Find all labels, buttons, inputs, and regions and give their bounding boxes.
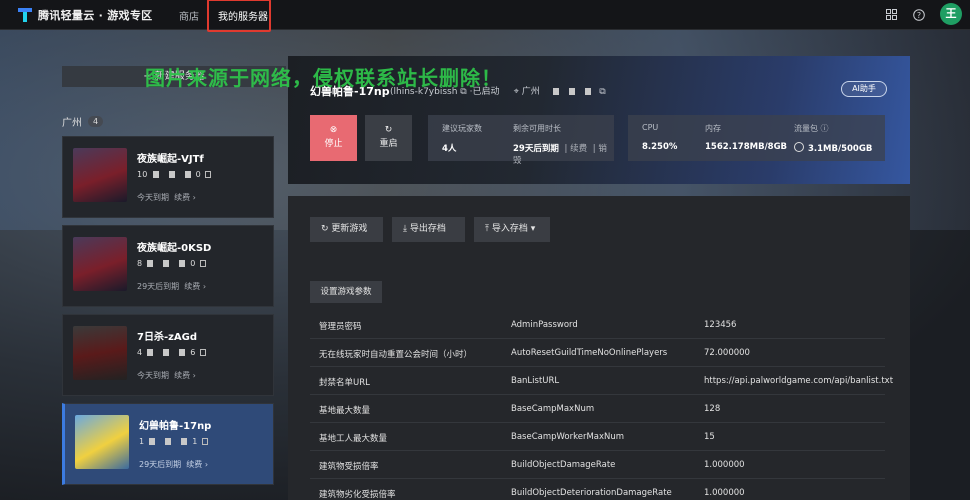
game-thumbnail [75, 415, 129, 469]
server-name: 夜族崛起-0KSD [137, 243, 212, 254]
table-row: 建筑物受损倍率 BuildObjectDamageRate 1.000000 [310, 451, 885, 479]
refresh-icon: ↻ [321, 224, 329, 234]
renew-link[interactable]: 续费 › [186, 460, 208, 469]
tencent-cloud-logo-icon [18, 8, 32, 22]
server-card[interactable]: 夜族崛起-0KSD 80 29天后到期 续费 › [62, 225, 274, 307]
players-label: 建议玩家数 [442, 124, 482, 133]
renew-link[interactable]: 续费 › [174, 371, 196, 380]
players-value: 4人 [442, 144, 457, 154]
player-duration-panel: 建议玩家数 4人 剩余可用时长 29天后到期 | 续费 | 销毁 [428, 115, 614, 166]
region-count-badge: 4 [88, 116, 104, 127]
highlight-box [207, 0, 271, 32]
avatar[interactable]: 王 [940, 3, 962, 25]
upload-icon: ⤒ [485, 224, 489, 234]
traffic-value: 3.1MB/500GB [794, 142, 872, 154]
progress-ring-icon [794, 142, 804, 152]
update-game-button[interactable]: ↻ 更新游戏 [310, 217, 383, 242]
resource-panel: CPU 8.250% 内存 1562.178MB/8GB 流量包 ⓘ 3.1MB… [628, 115, 885, 161]
location-pin-icon: ⌖ [513, 87, 519, 97]
stop-button[interactable]: ⊗ 停止 [310, 115, 357, 161]
table-row: 基地最大数量 BaseCampMaxNum 128 [310, 395, 885, 423]
server-card[interactable]: 夜族崛起-VJTf 10 0 今天到期 续费 › [62, 136, 274, 218]
game-thumbnail [73, 148, 127, 202]
renew-link[interactable]: 续费 › [174, 193, 196, 202]
server-expiry: 29天后到期 续费 › [137, 282, 207, 291]
renew-link[interactable]: 续费 › [184, 282, 206, 291]
export-save-button[interactable]: ⤓ 导出存档 [392, 217, 465, 242]
grid-icon[interactable] [885, 9, 897, 21]
server-name: 幻兽帕鲁-17np [139, 421, 212, 432]
svg-text:?: ? [917, 11, 921, 20]
ai-assistant-button[interactable]: AI助手 [841, 81, 887, 97]
stop-icon: ⊗ [329, 125, 338, 135]
top-bar: 腾讯轻量云 · 游戏专区 商店 我的服务器 ? 王 [0, 0, 970, 32]
server-ip: 10 0 [137, 170, 211, 179]
table-row: 无在线玩家时自动重置公会时间（小时） AutoResetGuildTimeNoOn… [310, 339, 885, 367]
cpu-value: 8.250% [642, 142, 678, 152]
remaining-label: 剩余可用时长 [513, 124, 561, 133]
memory-value: 1562.178MB/8GB [705, 142, 788, 152]
server-name: 7日杀-zAGd [137, 332, 198, 343]
copy-icon[interactable] [199, 349, 206, 356]
game-thumbnail [73, 326, 127, 380]
watermark-text: 图片来源于网络，侵权联系站长删除！ [145, 66, 502, 90]
server-card[interactable]: 7日杀-zAGd 46 今天到期 续费 › [62, 314, 274, 396]
table-row: 封禁名单URL BanListURL https://api.palworldgam… [310, 367, 893, 395]
server-name: 夜族崛起-VJTf [137, 154, 204, 165]
copy-icon[interactable] [199, 260, 206, 267]
region-name: 广州 [521, 87, 540, 97]
nav-store[interactable]: 商店 [179, 8, 199, 23]
cpu-label: CPU [642, 123, 659, 132]
table-row: 建筑物劣化受损倍率 BuildObjectDeteriorationDamageR… [310, 479, 885, 500]
settings-panel: ↻ 更新游戏 ⤓ 导出存档 ⤒ 导入存档 ▾ 设置游戏参数 管理员密码 Admin… [288, 196, 910, 500]
server-expiry: 29天后到期 续费 › [139, 460, 209, 469]
copy-icon[interactable] [204, 171, 211, 178]
server-card-selected[interactable]: 幻兽帕鲁-17np 11 29天后到期 续费 › [62, 403, 274, 485]
server-ip: 46 [137, 348, 206, 357]
region-header: 广州 4 [62, 114, 104, 129]
table-row: 基地工人最大数量 BaseCampWorkerMaxNum 15 [310, 423, 885, 451]
copy-icon[interactable]: ⧉ [599, 87, 605, 97]
import-save-button[interactable]: ⤒ 导入存档 ▾ [474, 217, 550, 242]
server-expiry: 今天到期 续费 › [137, 371, 196, 380]
copy-icon[interactable] [201, 438, 208, 445]
brand-title: 腾讯轻量云 · 游戏专区 [38, 9, 153, 22]
server-ip: 80 [137, 259, 206, 268]
renew-link[interactable]: 续费 [570, 144, 587, 154]
download-icon: ⤓ [403, 224, 407, 234]
set-game-params-button[interactable]: 设置游戏参数 [310, 281, 382, 303]
refresh-icon: ↻ [384, 125, 393, 135]
help-icon[interactable]: ? [913, 9, 925, 21]
info-icon[interactable]: ⓘ [821, 124, 829, 133]
table-row: 管理员密码 AdminPassword 123456 [310, 311, 885, 339]
memory-label: 内存 [705, 124, 721, 133]
region-label: 广州 [62, 118, 82, 129]
remaining-value: 29天后到期 | 续费 | 销毁 [513, 144, 607, 166]
server-expiry: 今天到期 续费 › [137, 193, 196, 202]
restart-button[interactable]: ↻ 重启 [365, 115, 412, 161]
game-thumbnail [73, 237, 127, 291]
server-ip: 11 [139, 437, 208, 446]
traffic-label: 流量包 ⓘ [794, 124, 829, 133]
